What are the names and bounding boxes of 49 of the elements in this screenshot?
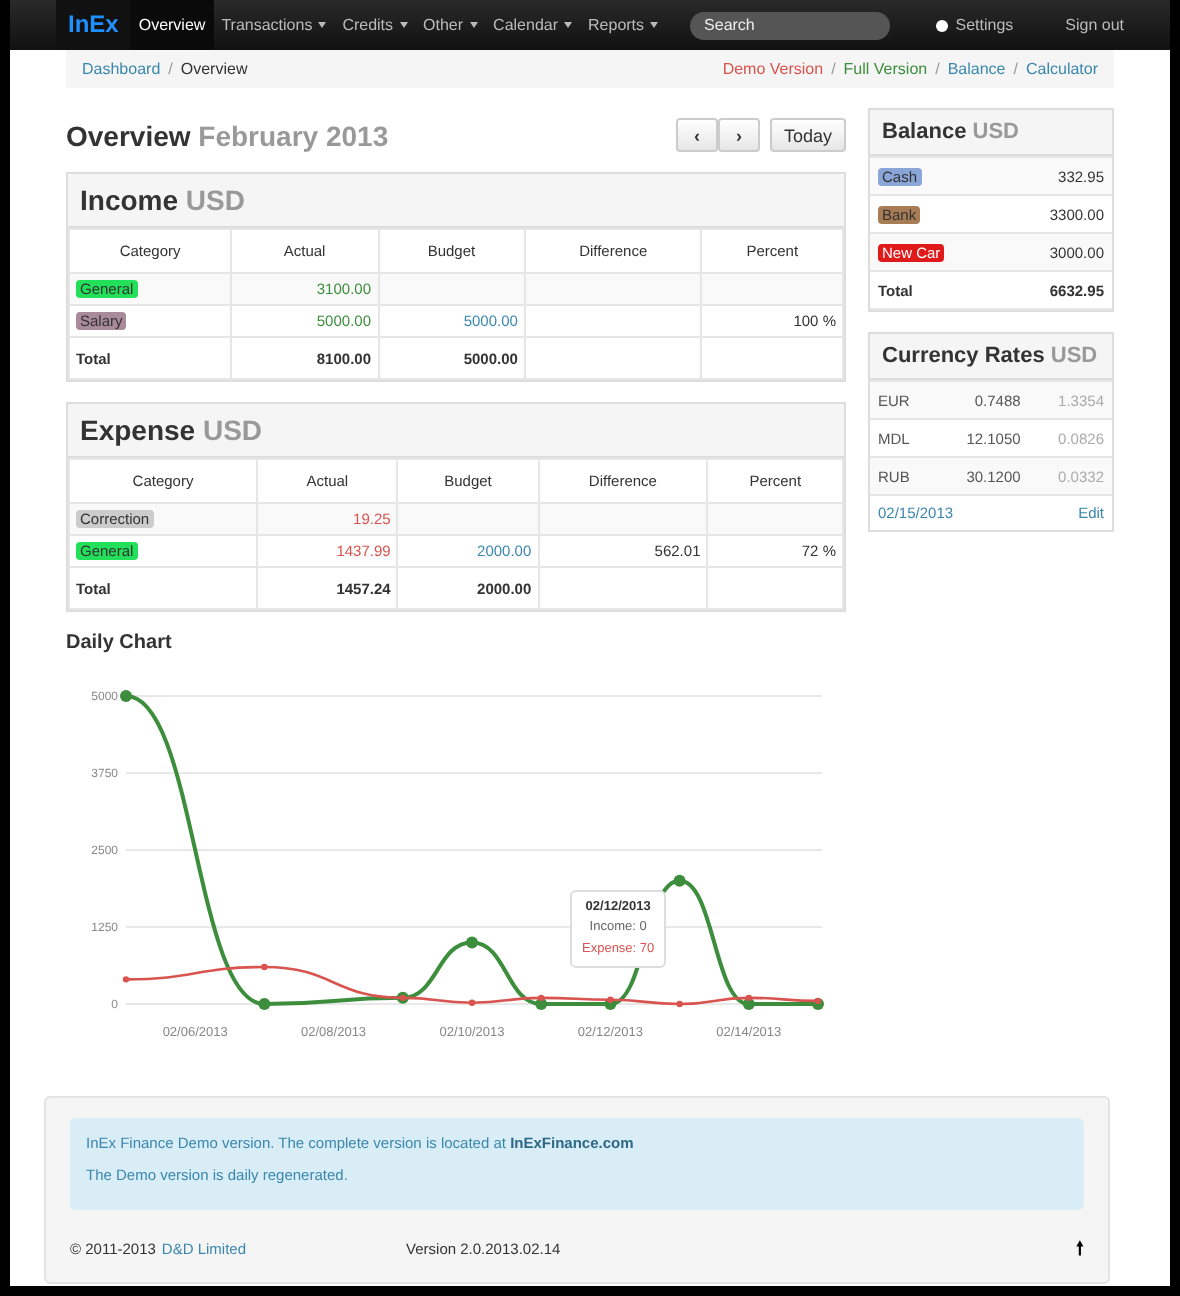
- settings-link[interactable]: Settings: [935, 16, 1014, 34]
- nav-item[interactable]: Reports: [580, 0, 667, 50]
- chart-title: Daily Chart: [66, 632, 174, 654]
- separator: /: [933, 60, 942, 78]
- search-field[interactable]: Search: [690, 11, 891, 39]
- caret-icon: [318, 22, 327, 28]
- brand-logo[interactable]: InEx: [56, 0, 131, 50]
- point: [607, 996, 614, 1003]
- caret-icon: [650, 22, 659, 28]
- separator: /: [166, 60, 175, 78]
- breadcrumb-link[interactable]: Dashboard: [82, 60, 161, 78]
- point: [814, 997, 822, 1005]
- point: [468, 999, 476, 1006]
- page-title: Overview February 2013: [66, 119, 391, 151]
- nav-item[interactable]: Other: [415, 0, 486, 50]
- point: [466, 936, 478, 949]
- separator: /: [829, 60, 838, 78]
- point: [745, 994, 752, 1002]
- point: [258, 998, 271, 1010]
- nav-item[interactable]: Calendar: [485, 0, 581, 50]
- back-to-top-link[interactable]: 🠕: [1076, 1233, 1084, 1265]
- previous-button[interactable]: ‹: [675, 118, 718, 152]
- point: [261, 963, 268, 971]
- point: [122, 976, 130, 983]
- panel-title: Currency Rates USD: [870, 334, 1112, 380]
- point: [120, 690, 132, 702]
- point: [673, 874, 686, 887]
- caret-icon: [564, 22, 573, 28]
- caret-icon: [469, 22, 478, 28]
- nav-item[interactable]: Overview: [130, 0, 214, 50]
- top-link[interactable]: Demo Version: [722, 60, 824, 78]
- today-button[interactable]: Today: [769, 118, 846, 152]
- next-button[interactable]: ›: [717, 118, 760, 152]
- panel-title: Balance USD: [870, 110, 1112, 156]
- separator: /: [1011, 60, 1020, 78]
- point: [676, 1000, 683, 1008]
- nav-item[interactable]: Transactions: [213, 0, 335, 50]
- top-link[interactable]: Full Version: [843, 60, 928, 78]
- sign-out-link[interactable]: Sign out: [1065, 16, 1124, 34]
- settings-icon: [935, 19, 948, 31]
- nav-item[interactable]: Credits: [334, 0, 416, 50]
- table-cell: [397, 503, 539, 535]
- caret-icon: [399, 22, 408, 28]
- point: [538, 994, 545, 1002]
- breadcrumb-current: Overview: [180, 60, 248, 78]
- panel-title: Expense USD: [68, 404, 844, 458]
- panel-title: Income USD: [68, 174, 844, 228]
- top-link[interactable]: Balance: [947, 60, 1006, 78]
- top-link[interactable]: Calculator: [1025, 60, 1098, 78]
